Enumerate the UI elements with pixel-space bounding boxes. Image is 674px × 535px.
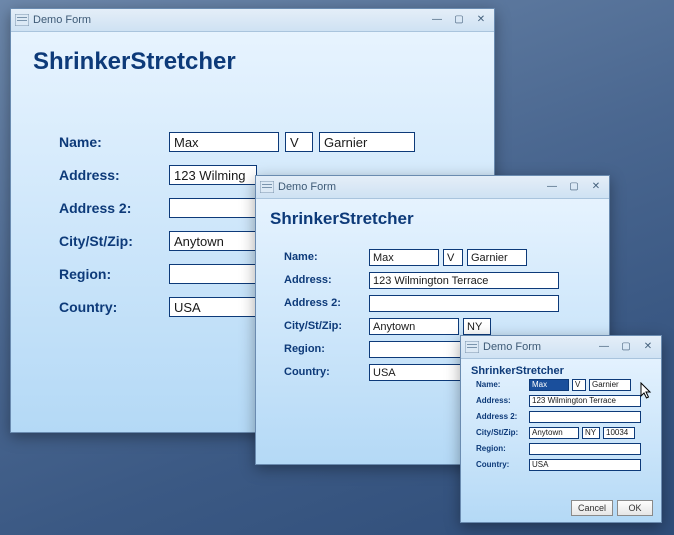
address-field[interactable]: 123 Wilmington Terrace [529,395,641,407]
label-address2: Address 2: [476,412,529,421]
state-field[interactable]: NY [582,427,600,439]
form-icon [15,14,29,26]
desktop-background: Demo Form — ▢ ✕ ShrinkerStretcher Name: … [0,0,674,535]
label-region: Region: [59,266,169,282]
label-country: Country: [59,299,169,315]
titlebar[interactable]: Demo Form — ▢ ✕ [256,176,609,199]
minimize-button[interactable]: — [430,14,444,26]
label-csz: City/St/Zip: [476,428,529,437]
form-icon [465,341,479,353]
label-name: Name: [476,380,529,389]
country-field[interactable]: USA [169,297,257,317]
last-name-field[interactable]: Garnier [319,132,415,152]
titlebar[interactable]: Demo Form — ▢ ✕ [461,336,661,359]
label-country: Country: [476,460,529,469]
address2-field[interactable] [529,411,641,423]
close-button[interactable]: ✕ [474,14,488,26]
address2-field[interactable] [169,198,257,218]
form-area: Name: Max V Garnier Address: 123 Wilming… [476,378,656,474]
window-title: Demo Form [483,341,541,353]
app-title: ShrinkerStretcher [33,48,494,76]
region-field[interactable] [529,443,641,455]
country-field[interactable]: USA [529,459,641,471]
zip-field[interactable]: 10034 [603,427,635,439]
app-title: ShrinkerStretcher [270,209,609,229]
first-name-field[interactable]: Max [169,132,279,152]
label-name: Name: [59,134,169,150]
city-field[interactable]: Anytown [169,231,257,251]
label-csz: City/St/Zip: [284,320,369,332]
button-bar: Cancel OK [571,500,653,516]
maximize-button[interactable]: ▢ [452,14,466,26]
label-address2: Address 2: [59,200,169,216]
address-field[interactable]: 123 Wilmington Terrace [369,272,559,289]
region-field[interactable] [169,264,257,284]
first-name-field[interactable]: Max [369,249,439,266]
maximize-button[interactable]: ▢ [619,341,633,353]
middle-initial-field[interactable]: V [285,132,313,152]
city-field[interactable]: Anytown [369,318,459,335]
last-name-field[interactable]: Garnier [589,379,631,391]
form-icon [260,181,274,193]
titlebar[interactable]: Demo Form — ▢ ✕ [11,9,494,32]
address2-field[interactable] [369,295,559,312]
first-name-field[interactable]: Max [529,379,569,391]
label-address2: Address 2: [284,297,369,309]
cancel-button[interactable]: Cancel [571,500,613,516]
label-csz: City/St/Zip: [59,233,169,249]
label-region: Region: [476,444,529,453]
last-name-field[interactable]: Garnier [467,249,527,266]
close-button[interactable]: ✕ [641,341,655,353]
minimize-button[interactable]: — [597,341,611,353]
window-title: Demo Form [278,181,336,193]
label-address: Address: [476,396,529,405]
middle-initial-field[interactable]: V [443,249,463,266]
label-region: Region: [284,343,369,355]
label-address: Address: [284,274,369,286]
close-button[interactable]: ✕ [589,181,603,193]
label-name: Name: [284,251,369,263]
ok-button[interactable]: OK [617,500,653,516]
address-field[interactable]: 123 Wilming [169,165,257,185]
city-field[interactable]: Anytown [529,427,579,439]
state-field[interactable]: NY [463,318,491,335]
window-title: Demo Form [33,14,91,26]
middle-initial-field[interactable]: V [572,379,586,391]
app-title: ShrinkerStretcher [471,365,661,377]
minimize-button[interactable]: — [545,181,559,193]
label-country: Country: [284,366,369,378]
label-address: Address: [59,167,169,183]
maximize-button[interactable]: ▢ [567,181,581,193]
demo-form-window-small: Demo Form — ▢ ✕ ShrinkerStretcher Name: … [460,335,662,523]
